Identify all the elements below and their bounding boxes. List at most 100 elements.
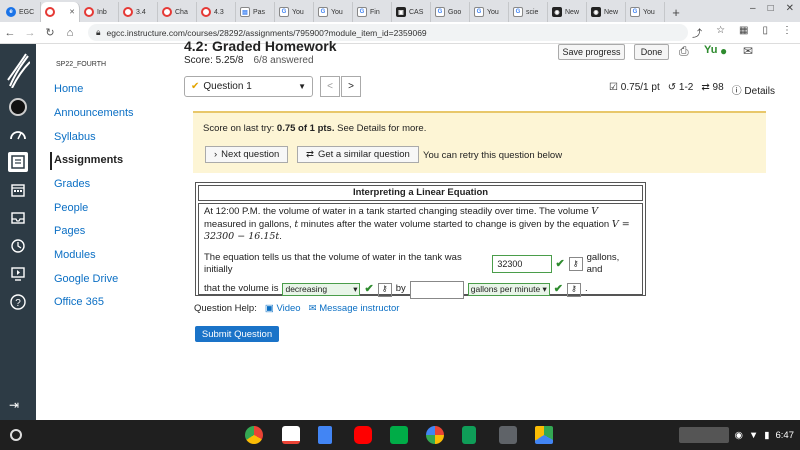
canvas-app-icon[interactable] — [499, 426, 517, 444]
browser-tab[interactable]: G Fin — [353, 2, 392, 22]
assignment-score: Score: 5.25/8 6/8 answered — [184, 55, 314, 66]
canvas-icon — [123, 7, 133, 17]
similar-question-button[interactable]: ⇄ Get a similar question — [297, 146, 419, 163]
sheets-icon[interactable] — [462, 426, 476, 444]
home-icon[interactable]: ⌂ — [60, 27, 80, 39]
browser-tab-active[interactable]: ✕ — [41, 2, 80, 22]
forward-arrow-icon[interactable]: → — [20, 27, 40, 39]
browser-tab[interactable]: G You — [275, 2, 314, 22]
direction-select[interactable]: decreasing ▾ — [282, 283, 361, 296]
key-icon[interactable]: ⚷ — [566, 282, 581, 297]
share-icon[interactable]: ⤴ — [692, 25, 702, 40]
prev-question-button[interactable]: < — [320, 76, 340, 97]
course-nav-home[interactable]: Home — [54, 83, 83, 95]
course-nav-pages[interactable]: Pages — [54, 225, 85, 237]
play-store-icon[interactable] — [535, 426, 553, 444]
url-field[interactable]: 🔒︎ egcc.instructure.com/courses/28292/as… — [88, 24, 688, 41]
course-nav-modules[interactable]: Modules — [54, 249, 96, 261]
maximize-icon[interactable]: □ — [768, 3, 774, 14]
browser-tab[interactable]: ▤ Pas — [236, 2, 275, 22]
photos-icon[interactable] — [426, 426, 444, 444]
browser-tab[interactable]: G You — [626, 2, 665, 22]
save-progress-button[interactable]: Save progress — [558, 44, 625, 60]
new-tab-button[interactable]: + — [665, 2, 687, 22]
course-nav-syllabus[interactable]: Syllabus — [54, 131, 96, 143]
history-icon[interactable] — [8, 236, 28, 256]
menu-kebab-icon[interactable]: ⋮ — [782, 25, 792, 40]
canvas-logo-icon[interactable] — [4, 50, 32, 90]
message-instructor-link[interactable]: ✉ Message instructor — [309, 303, 400, 314]
toggle-icon[interactable]: ● — [720, 44, 727, 58]
side-panel-icon[interactable]: ▯ — [762, 25, 768, 40]
retries-indicator: ↺ 1-2 — [667, 82, 694, 93]
question-select[interactable]: ✔ Question 1 ▼ — [184, 76, 313, 97]
inbox-icon[interactable] — [8, 208, 28, 228]
course-nav-grades[interactable]: Grades — [54, 178, 90, 190]
back-arrow-icon[interactable]: ← — [0, 27, 20, 39]
extension-icon[interactable]: ▦ — [739, 25, 748, 40]
course-nav-google-drive[interactable]: Google Drive — [54, 273, 118, 285]
browser-tab[interactable]: e EGC — [2, 2, 41, 22]
dashboard-icon[interactable] — [8, 124, 28, 144]
browser-tab[interactable]: ◉ New — [548, 2, 587, 22]
meet-icon[interactable] — [390, 426, 408, 444]
close-icon[interactable]: ✕ — [69, 8, 75, 16]
next-question-btn[interactable]: › Next question — [205, 146, 289, 163]
lock-icon[interactable]: 🔒︎ — [96, 27, 101, 38]
calendar-icon[interactable] — [8, 180, 28, 200]
launcher-icon[interactable] — [10, 429, 22, 441]
course-nav-office-365[interactable]: Office 365 — [54, 296, 104, 308]
rate-input[interactable] — [409, 280, 464, 299]
minimize-icon[interactable]: – — [750, 3, 756, 14]
courses-icon[interactable] — [8, 152, 28, 172]
submit-question-button[interactable]: Submit Question — [195, 326, 279, 342]
details-link[interactable]: ⓘ Details — [732, 82, 775, 97]
browser-tab[interactable]: G You — [470, 2, 509, 22]
browser-tab[interactable]: G You — [314, 2, 353, 22]
browser-tab[interactable]: Inb — [80, 2, 119, 22]
close-window-icon[interactable]: ✕ — [786, 3, 794, 14]
print-icon[interactable]: ⎙ — [679, 44, 689, 59]
address-bar: ← → ↻ ⌂ 🔒︎ egcc.instructure.com/courses/… — [0, 22, 800, 44]
video-link[interactable]: ▣ Video — [265, 303, 301, 314]
gmail-icon[interactable] — [282, 426, 300, 444]
account-avatar[interactable] — [9, 98, 27, 116]
browser-tab[interactable]: 4.3 — [197, 2, 236, 22]
collapse-nav-icon[interactable]: ⇥ — [9, 398, 19, 412]
mail-icon[interactable]: ✉ — [743, 44, 753, 58]
initial-volume-input[interactable]: 32300 — [492, 255, 552, 273]
google-icon: G — [318, 7, 328, 17]
url-text: egcc.instructure.com/courses/28292/assig… — [106, 27, 427, 38]
reload-icon[interactable]: ↻ — [40, 26, 60, 39]
google-icon: G — [474, 7, 484, 17]
yuja-icon[interactable]: Yu — [704, 44, 717, 56]
course-nav-people[interactable]: People — [54, 202, 88, 214]
key-icon[interactable]: ⚷ — [568, 257, 583, 271]
browser-tab[interactable]: 3.4 — [119, 2, 158, 22]
browser-tab[interactable]: ▣ CAS — [392, 2, 431, 22]
question-heading: Interpreting a Linear Equation — [198, 185, 643, 201]
browser-tab[interactable]: Cha — [158, 2, 197, 22]
google-icon: G — [513, 7, 523, 17]
browser-tab[interactable]: G Goo — [431, 2, 470, 22]
course-nav-announcements[interactable]: Announcements — [54, 107, 134, 119]
browser-tab[interactable]: Gscie — [509, 2, 548, 22]
studio-icon[interactable] — [8, 264, 28, 284]
clock: 6:47 — [775, 429, 795, 441]
system-tray[interactable]: ◉ ▼ ▮ 6:47 — [678, 426, 795, 444]
main-content: 4.2: Graded Homework Score: 5.25/8 6/8 an… — [176, 38, 800, 420]
bookmark-star-icon[interactable]: ☆ — [716, 25, 725, 40]
docs-icon[interactable] — [318, 426, 332, 444]
chrome-icon[interactable] — [245, 426, 263, 444]
help-icon[interactable]: ? — [8, 292, 28, 312]
course-nav-assignments[interactable]: Assignments — [54, 154, 123, 166]
svg-text:?: ? — [15, 298, 21, 309]
tote-thumbnail[interactable] — [678, 427, 729, 443]
done-button[interactable]: Done — [634, 44, 669, 60]
next-question-button[interactable]: > — [341, 76, 361, 97]
key-icon[interactable]: ⚷ — [377, 282, 392, 297]
unit-select[interactable]: gallons per minute ▾ — [467, 283, 550, 296]
youtube-icon[interactable] — [354, 426, 372, 444]
os-shelf: ◉ ▼ ▮ 6:47 — [0, 420, 800, 450]
browser-tab[interactable]: ◉ New — [587, 2, 626, 22]
